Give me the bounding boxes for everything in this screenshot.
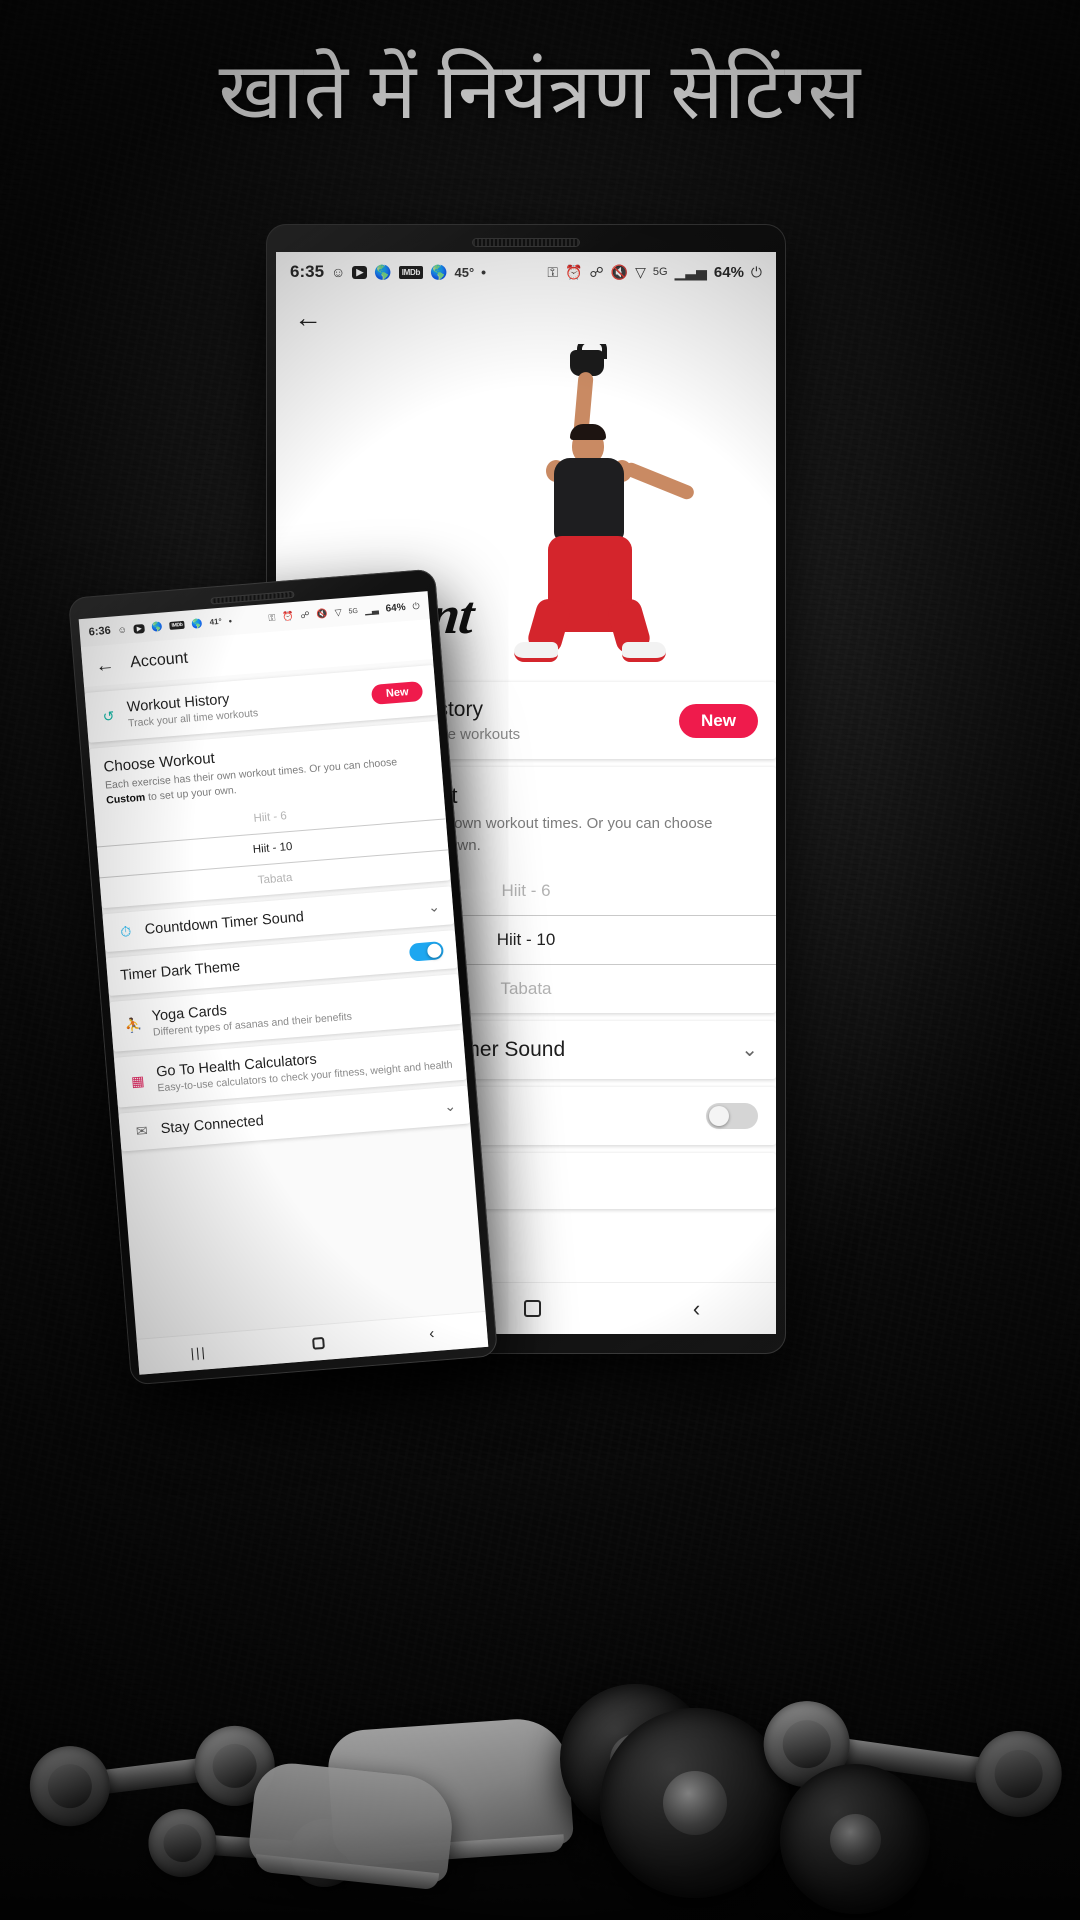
alarm-icon: ⏰ [281, 610, 294, 622]
snapchat-icon: ☺ [331, 264, 346, 280]
globe-alert-icon-2: 🌎 [430, 264, 448, 280]
chevron-down-icon[interactable]: ⌄ [427, 898, 440, 916]
workout-history-text: Workout History Track your all time work… [126, 681, 363, 729]
imdb-icon: IMDb [169, 620, 185, 630]
recents-icon[interactable]: ||| [190, 1344, 207, 1360]
vpn-key-icon: ⚿ [268, 611, 276, 623]
tablet-speaker-grille-icon [472, 238, 580, 247]
athlete-right-shoe [622, 642, 666, 662]
timer-dark-theme-toggle[interactable] [706, 1102, 758, 1129]
signal-icon: ▁▃ [364, 603, 380, 615]
status-bar-left-group: 6:35 ☺ ▶ 🌎 IMDb 🌎 45° • [290, 262, 486, 282]
phone-battery-percent-label: 64% [385, 601, 407, 615]
countdown-timer-title: Countdown Timer Sound [144, 909, 305, 939]
battery-percent-label: 64% [713, 263, 744, 281]
timer-dark-theme-text: Timer Dark Theme [119, 946, 400, 985]
bluetooth-icon: ☍ [589, 264, 604, 280]
athlete-left-shoe [514, 642, 558, 662]
wifi-icon: ▽ [334, 606, 342, 618]
timer-dark-theme-title: Timer Dark Theme [119, 958, 241, 985]
stay-connected-text: Stay Connected [160, 1100, 435, 1138]
battery-icon: ⏻ [750, 264, 762, 280]
vpn-key-icon: ⚿ [547, 264, 559, 280]
new-badge: New [371, 680, 424, 705]
stay-connected-title: Stay Connected [160, 1113, 265, 1138]
youtube-icon: ▶ [352, 265, 368, 279]
battery-icon: ⏻ [412, 600, 421, 611]
health-calculators-text: Go To Health Calculators Easy-to-use cal… [156, 1041, 453, 1095]
athlete-illustration [476, 344, 706, 670]
athlete-torso [554, 458, 624, 542]
phone-status-right-group: ⚿ ⏰ ☍ 🔇 ▽ 5G ▁▃ 64% ⏻ [268, 600, 420, 623]
clock-icon: ⏱ [119, 922, 132, 940]
status-bar-right-group: ⚿ ⏰ ☍ 🔇 ▽ 5G ▁▃▅ 64% ⏻ [547, 264, 762, 281]
status-bar-temperature: 45° [454, 264, 475, 280]
nav-back-icon[interactable]: ‹ [693, 1296, 700, 1322]
nav-back-icon[interactable]: ‹ [429, 1325, 435, 1342]
globe-alert-icon: 🌎 [374, 264, 392, 280]
countdown-timer-text: Countdown Timer Sound [144, 900, 419, 939]
phone-status-left-group: 6:36 ☺ ▶ 🌎 IMDb 🌎 41° • [88, 615, 232, 638]
phone-screen: 6:36 ☺ ▶ 🌎 IMDb 🌎 41° • ⚿ ⏰ ☍ 🔇 ▽ 5G ▁▃ … [78, 591, 489, 1375]
snapchat-icon: ☺ [117, 623, 128, 635]
yoga-person-icon: ⛹ [124, 1016, 143, 1034]
wifi-icon: ▽ [635, 264, 646, 280]
history-icon: ↺ [101, 707, 115, 725]
dot-icon: • [481, 264, 487, 280]
phone-status-temperature: 41° [209, 616, 223, 627]
chevron-down-icon[interactable]: ⌄ [741, 1037, 758, 1062]
5g-icon: 5G [652, 265, 668, 278]
page-title: Account [129, 649, 189, 672]
chevron-down-icon[interactable]: ⌄ [444, 1098, 457, 1116]
page-headline: खाते में नियंत्रण सेटिंग्स [218, 48, 862, 135]
timer-dark-theme-toggle[interactable] [408, 941, 445, 963]
phone-status-time: 6:36 [88, 624, 112, 639]
tablet-status-bar: 6:35 ☺ ▶ 🌎 IMDb 🌎 45° • ⚿ ⏰ ☍ 🔇 ▽ 5G ▁▃▅… [276, 252, 776, 292]
back-arrow-icon[interactable]: ← [95, 654, 116, 676]
mute-icon: 🔇 [316, 607, 329, 619]
status-bar-time: 6:35 [290, 262, 325, 281]
athlete-right-arm [622, 460, 696, 502]
choose-workout-desc-bold: Custom [105, 791, 146, 807]
phone-device-frame: 6:36 ☺ ▶ 🌎 IMDb 🌎 41° • ⚿ ⏰ ☍ 🔇 ▽ 5G ▁▃ … [67, 568, 499, 1386]
yoga-cards-text: Yoga Cards Different types of asanas and… [151, 985, 448, 1039]
home-icon[interactable] [524, 1300, 542, 1317]
back-arrow-icon[interactable]: ← [294, 304, 322, 332]
imdb-icon: IMDb [398, 265, 424, 279]
5g-icon: 5G [348, 607, 359, 616]
home-icon[interactable] [311, 1336, 325, 1350]
youtube-icon: ▶ [133, 623, 145, 634]
dot-icon: • [228, 615, 233, 626]
globe-alert-icon: 🌎 [150, 621, 163, 632]
alarm-icon: ⏰ [565, 264, 583, 280]
chat-icon: ✉ [135, 1122, 149, 1140]
mute-icon: 🔇 [610, 264, 629, 280]
calculator-icon: ▦ [130, 1072, 146, 1090]
bluetooth-icon: ☍ [300, 609, 310, 620]
phone-choose-workout-card[interactable]: Choose Workout Each exercise has their o… [89, 720, 451, 909]
signal-icon: ▁▃▅ [674, 264, 707, 280]
tablet-app-bar: ← [276, 292, 776, 344]
new-badge: New [679, 703, 758, 738]
globe-alert-icon-2: 🌎 [191, 617, 204, 629]
